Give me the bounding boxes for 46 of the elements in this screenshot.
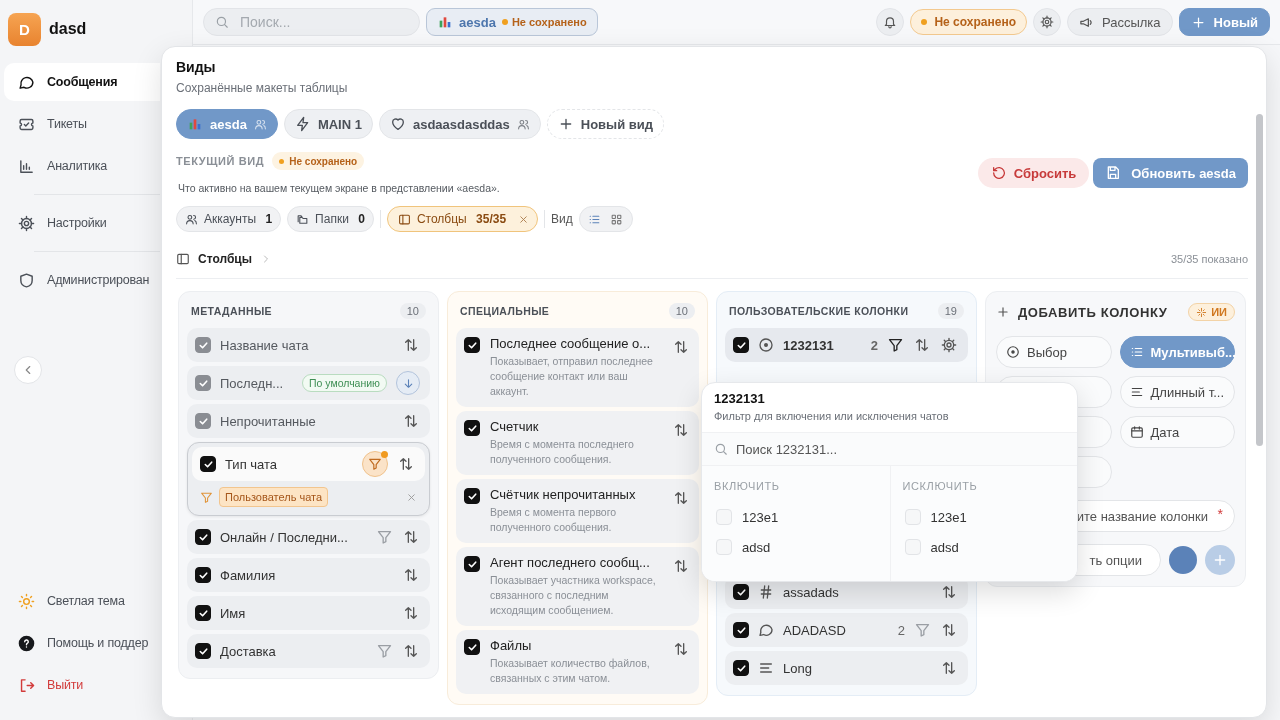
column-name: Фамилия xyxy=(220,567,277,583)
column-name: Тип чата xyxy=(225,456,279,472)
column-name: Long xyxy=(783,660,813,676)
column-name: ADADASD xyxy=(783,622,847,638)
column-name: Онлайн / Последни... xyxy=(220,529,349,545)
workspace-name: dasd xyxy=(49,20,87,38)
column-name: Имя xyxy=(220,605,247,621)
column-name: Агент последнего сообщ... xyxy=(490,555,651,570)
column-name: Название чата xyxy=(220,337,310,353)
shown-count: 35/35 показано xyxy=(1170,253,1248,265)
column-name: Непрочитанные xyxy=(220,413,317,429)
column-name: Счётчик непрочитанных xyxy=(490,487,637,502)
column-description: Показывает участника workspace, связанного с последним исходящим сообщением. xyxy=(490,573,657,618)
group-count: 19 xyxy=(937,303,964,319)
group-title: СПЕЦИАЛЬНЫЕ xyxy=(460,305,550,317)
popup-subtitle: Фильтр для включения или исключения чатов xyxy=(714,410,950,422)
option-group-label: ИСКЛЮЧИТЬ xyxy=(901,480,979,492)
view-description: Что активно на вашем текущем экране в представлении «aesda». xyxy=(177,182,500,194)
filter-count: 2 xyxy=(897,622,905,638)
unsaved-badge: Не сохранено xyxy=(272,152,365,170)
column-description: Время с момента первого полученного сообщения. xyxy=(490,505,618,535)
column-name: Последн... xyxy=(220,375,285,391)
filter-count: 2 xyxy=(870,337,878,353)
required-mark: * xyxy=(1217,507,1223,521)
column-name: Последнее сообщение о... xyxy=(490,336,652,351)
column-description: Показывает, отправил последнее сообщение контакт или ваш аккаунт. xyxy=(490,354,654,399)
unsaved-badge: Не сохранено xyxy=(910,9,1027,35)
column-name: Доставка xyxy=(220,643,277,659)
column-description: Время с момента последнего полученного сообщения. xyxy=(490,437,635,467)
popup-title: 1232131 xyxy=(714,391,766,406)
column-name: Счетчик xyxy=(490,419,540,434)
group-title: ПОЛЬЗОВАТЕЛЬСКИЕ КОЛОНКИ xyxy=(729,305,909,317)
panel-subtitle: Сохранённые макеты таблицы xyxy=(176,81,349,95)
layout-label: Вид xyxy=(551,212,573,226)
group-title: МЕТАДАННЫЕ xyxy=(191,305,272,317)
column-name: 1232131 xyxy=(783,337,835,353)
group-count: 10 xyxy=(668,303,695,319)
option-group-label: ВКЛЮЧИТЬ xyxy=(713,480,781,492)
column-description: Показывает количество файлов, связанных с этим чатом. xyxy=(490,656,651,686)
section-label: ТЕКУЩИЙ ВИД xyxy=(176,155,265,167)
group-count: 10 xyxy=(399,303,426,319)
default-badge: По умолчанию xyxy=(302,374,387,392)
panel-title: Виды xyxy=(176,59,217,75)
add-column-title: ДОБАВИТЬ КОЛОНКУ xyxy=(1018,304,1169,320)
column-name: assadads xyxy=(783,584,840,600)
column-name: Файлы xyxy=(490,638,533,653)
